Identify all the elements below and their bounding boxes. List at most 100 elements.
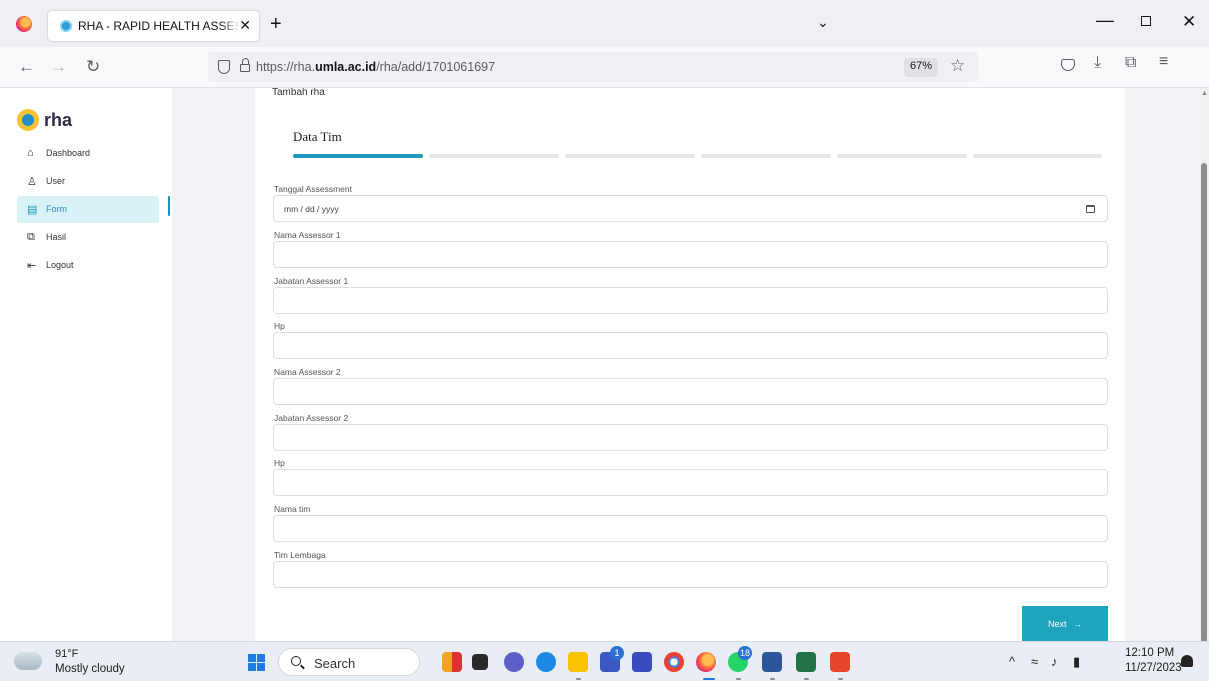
step-indicator-2 (429, 154, 559, 158)
download-icon[interactable]: ⤓ (1094, 54, 1101, 72)
shield-icon[interactable] (218, 60, 230, 74)
step-indicator-1 (293, 154, 423, 158)
hamburger-menu-icon[interactable]: ≡ (1159, 53, 1168, 71)
firefox-icon[interactable] (16, 16, 32, 32)
chevron-up-icon[interactable]: ^ (1009, 654, 1015, 669)
running-indicator (770, 678, 775, 680)
field-label-tanggal-assessment: Tanggal Assessment (274, 184, 352, 194)
field-label-nama-assessor-1: Nama Assessor 1 (274, 230, 341, 240)
sidebar-item-label: Form (46, 204, 67, 214)
notification-badge: 18 (738, 646, 752, 660)
date-placeholder: mm / dd / yyyy (284, 204, 339, 214)
home-icon: ⌂ (27, 147, 34, 159)
sidebar-item-label: User (46, 176, 66, 186)
office-icon[interactable] (830, 652, 850, 672)
wifi-icon[interactable]: ≈ (1031, 654, 1038, 669)
battery-icon[interactable]: ▮ (1073, 654, 1080, 670)
extensions-icon[interactable]: ⧉ (1125, 54, 1136, 72)
jabatan-assessor-1-input[interactable] (273, 287, 1108, 314)
scroll-down-icon[interactable]: ▼ (1201, 630, 1208, 637)
nama-assessor-2-input[interactable] (273, 378, 1108, 405)
browser-tab[interactable]: RHA - RAPID HEALTH ASSESSMENT ✕ (48, 11, 259, 41)
clock-time[interactable]: 12:10 PM (1125, 647, 1174, 659)
jabatan-assessor-2-input[interactable] (273, 424, 1108, 451)
lock-icon[interactable] (240, 58, 250, 72)
teams-icon[interactable]: 1 (600, 646, 624, 672)
window-close-button[interactable]: ✕ (1182, 12, 1196, 32)
forward-arrow-icon[interactable]: → (50, 57, 67, 77)
step-indicator-3 (565, 154, 695, 158)
hp-1-input[interactable] (273, 332, 1108, 359)
tanggal-assessment-input[interactable]: mm / dd / yyyy (273, 195, 1108, 222)
nama-assessor-1-input[interactable] (273, 241, 1108, 268)
notification-badge: 1 (610, 646, 624, 660)
teams-chat-icon[interactable] (504, 652, 524, 672)
tim-lembaga-input[interactable] (273, 561, 1108, 588)
field-label-tim-lembaga: Tim Lembaga (274, 550, 326, 560)
tab-title: RHA - RAPID HEALTH ASSESSMENT (78, 19, 240, 33)
bookmark-star-icon[interactable]: ☆ (950, 56, 965, 76)
visual-studio-icon[interactable] (632, 652, 652, 672)
running-indicator (736, 678, 741, 680)
chrome-icon[interactable] (664, 652, 684, 672)
calendar-icon[interactable] (1086, 205, 1095, 213)
edge-icon[interactable] (536, 652, 556, 672)
url-text[interactable]: https://rha.umla.ac.id/rha/add/170106169… (256, 60, 495, 74)
firefox-taskbar-icon[interactable] (696, 652, 716, 672)
form-card (255, 88, 1125, 641)
next-button[interactable]: Next → (1022, 606, 1108, 641)
running-indicator (804, 678, 809, 680)
restore-button[interactable] (1141, 16, 1151, 26)
chevron-down-icon[interactable]: ⌄ (817, 14, 829, 31)
notification-bell-icon[interactable] (1181, 655, 1193, 667)
page-title: Tambah rha (272, 88, 325, 98)
whatsapp-icon[interactable]: 18 (728, 646, 752, 672)
weather-description[interactable]: Mostly cloudy (55, 663, 125, 675)
scrollbar-thumb[interactable] (1201, 163, 1207, 643)
sidebar-item-label: Logout (46, 260, 74, 270)
word-icon[interactable] (762, 652, 782, 672)
cloudy-weather-icon[interactable] (14, 647, 42, 670)
back-arrow-icon[interactable]: ← (18, 57, 35, 77)
running-indicator (576, 678, 581, 680)
address-bar[interactable]: https://rha.umla.ac.id/rha/add/170106169… (208, 52, 978, 82)
task-view-icon[interactable] (472, 654, 488, 670)
hp-2-input[interactable] (273, 469, 1108, 496)
next-button-label: Next (1048, 619, 1067, 629)
volume-icon[interactable]: ♪ (1051, 654, 1058, 669)
sidebar: rha ⌂ Dashboard ♙ User ▤ Form ⧉ Hasil ⇤ … (0, 88, 172, 641)
windows-start-icon[interactable] (248, 654, 265, 671)
sidebar-item-hasil[interactable]: ⧉ Hasil (17, 224, 159, 251)
page-scrollbar[interactable]: ▲ ▼ (1199, 88, 1209, 643)
reload-icon[interactable]: ↻ (86, 57, 100, 77)
logout-icon: ⇤ (27, 260, 37, 272)
pocket-icon[interactable] (1061, 59, 1075, 71)
minimize-button[interactable]: — (1096, 10, 1114, 31)
excel-icon[interactable] (796, 652, 816, 672)
page-viewport: rha ⌂ Dashboard ♙ User ▤ Form ⧉ Hasil ⇤ … (0, 88, 1199, 641)
sidebar-item-logout[interactable]: ⇤ Logout (17, 252, 159, 279)
tab-close-icon[interactable]: ✕ (239, 17, 251, 34)
sidebar-item-form[interactable]: ▤ Form (17, 196, 159, 223)
running-indicator (838, 678, 843, 680)
step-indicator-6 (973, 154, 1102, 158)
zoom-level-badge[interactable]: 67% (904, 58, 939, 77)
weather-temperature[interactable]: 91°F (55, 648, 78, 660)
brand-name: rha (44, 110, 73, 130)
copy-icon: ⧉ (27, 231, 35, 243)
sidebar-item-dashboard[interactable]: ⌂ Dashboard (17, 140, 159, 167)
active-app-indicator (703, 678, 715, 680)
file-explorer-icon[interactable] (568, 652, 588, 672)
browser-tab-bar: RHA - RAPID HEALTH ASSESSMENT ✕ + ⌄ — ✕ (0, 0, 1209, 47)
new-tab-button[interactable]: + (270, 13, 282, 36)
taskbar-search-label: Search (314, 656, 356, 671)
nama-tim-input[interactable] (273, 515, 1108, 542)
widgets-app-icon[interactable] (442, 652, 462, 672)
field-label-jabatan-assessor-1: Jabatan Assessor 1 (274, 276, 349, 286)
sidebar-item-user[interactable]: ♙ User (17, 168, 159, 195)
scroll-up-icon[interactable]: ▲ (1201, 90, 1208, 97)
clock-date[interactable]: 11/27/2023 (1125, 662, 1182, 674)
browser-nav-bar: ← → ↻ https://rha.umla.ac.id/rha/add/170… (0, 47, 1209, 88)
field-label-jabatan-assessor-2: Jabatan Assessor 2 (274, 413, 349, 423)
taskbar-search[interactable]: Search (278, 648, 420, 676)
